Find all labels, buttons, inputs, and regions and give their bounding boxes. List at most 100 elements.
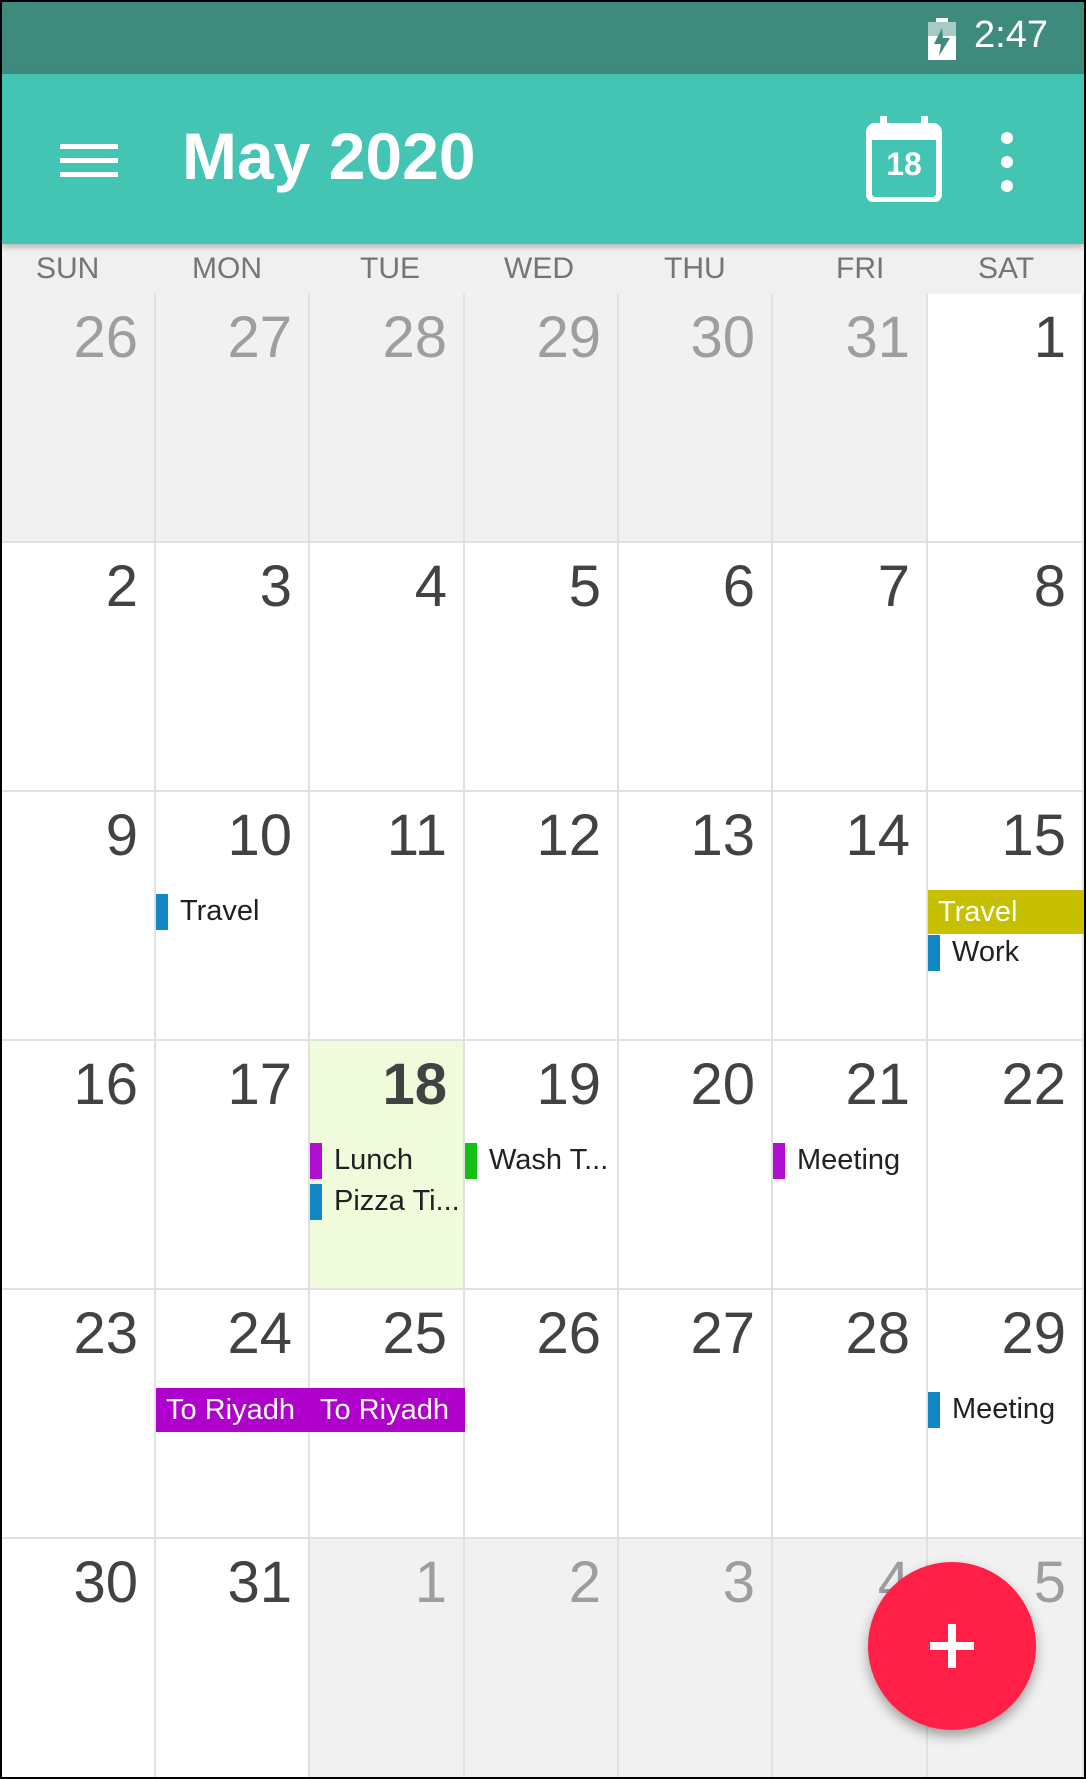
status-time: 2:47 [974,14,1048,56]
day-cell[interactable]: 3 [619,1539,773,1777]
day-number: 10 [227,803,292,868]
event-label: To Riyadh [166,1394,295,1426]
day-cell[interactable]: 5 [465,543,619,792]
weekday-label-sun: SUN [36,252,100,285]
weekday-label-wed: WED [504,252,574,285]
day-number: 31 [845,305,910,370]
event-color-marker [310,1184,322,1220]
day-number: 22 [1001,1052,1066,1117]
event-chip[interactable]: To Riyadh [156,1388,310,1432]
day-number: 14 [845,803,910,868]
today-date-label: 18 [886,146,922,182]
event-label: Lunch [334,1144,414,1176]
plus-icon [930,1624,974,1668]
status-bar: 2:47 [2,2,1084,74]
day-number: 21 [845,1052,910,1117]
event-color-marker [928,1392,940,1428]
day-number: 25 [382,1301,447,1366]
day-cell[interactable]: 3 [156,543,310,792]
month-grid: 26 27 28 29 30 31 1 2 3 4 5 6 7 8 9 10 11 12 13 14 15 16 17 18 1… [2,294,1084,1777]
event-chip[interactable]: Travel [928,890,1084,934]
weekday-label-fri: FRI [836,252,885,285]
day-cell[interactable]: 12 [465,792,619,1041]
page-title[interactable]: May 2020 [182,118,476,194]
calendar-screen: 2:47 May 2020 18 SUN MON TUE WED THU FRI SAT 2… [2,2,1084,1777]
day-cell[interactable]: 23 [2,1290,156,1539]
day-cell[interactable]: 31 [156,1539,310,1777]
day-number: 6 [722,554,755,619]
day-number: 5 [568,554,601,619]
menu-icon[interactable] [60,144,118,178]
day-number: 12 [536,803,601,868]
event-label: Meeting [797,1144,901,1176]
weekday-label-tue: TUE [360,252,420,285]
event-label: Meeting [952,1393,1056,1425]
day-cell[interactable]: 1 [928,294,1084,543]
day-number: 26 [73,305,138,370]
day-number: 18 [382,1052,447,1117]
day-cell[interactable]: 16 [2,1041,156,1290]
calendar-today-icon[interactable]: 18 [866,116,942,203]
day-number: 11 [386,803,447,868]
event-color-marker [156,894,168,930]
event-color-marker [465,1143,477,1179]
event-color-marker [773,1143,785,1179]
day-number: 27 [690,1301,755,1366]
day-cell[interactable]: 26 [2,294,156,543]
day-number: 3 [722,1550,755,1615]
day-cell[interactable]: 11 [310,792,465,1041]
day-cell[interactable]: 31 [773,294,928,543]
event-chip[interactable]: Wash T... [465,1141,619,1179]
weekday-label-thu: THU [664,252,726,285]
event-chip[interactable]: Lunch [310,1141,465,1179]
day-cell[interactable]: 26 [465,1290,619,1539]
event-label: Travel [938,896,1018,928]
day-number: 4 [414,554,447,619]
app-bar: May 2020 18 [2,74,1084,244]
day-number: 5 [1033,1550,1066,1615]
event-color-marker [928,935,940,971]
more-vert-icon[interactable] [997,132,1017,192]
day-number: 27 [227,305,292,370]
day-cell[interactable]: 1 [310,1539,465,1777]
day-cell[interactable]: 4 [310,543,465,792]
event-label: Work [952,936,1020,968]
event-chip[interactable]: To Riyadh [310,1388,465,1432]
day-number: 1 [1033,305,1066,370]
day-number: 13 [690,803,755,868]
day-cell[interactable]: 30 [2,1539,156,1777]
day-number: 30 [73,1550,138,1615]
battery-charging-icon [928,18,956,60]
day-cell[interactable]: 14 [773,792,928,1041]
day-number: 29 [1001,1301,1066,1366]
day-number: 28 [382,305,447,370]
day-cell[interactable]: 29 [465,294,619,543]
day-cell[interactable]: 9 [2,792,156,1041]
day-cell[interactable]: 20 [619,1041,773,1290]
day-number: 29 [536,305,601,370]
add-event-button[interactable] [868,1562,1036,1730]
event-chip[interactable]: Travel [156,892,310,930]
day-cell[interactable]: 6 [619,543,773,792]
day-cell[interactable]: 27 [619,1290,773,1539]
day-cell[interactable]: 30 [619,294,773,543]
day-number: 7 [877,554,910,619]
event-label: Wash T... [489,1144,609,1176]
day-cell[interactable]: 2 [2,543,156,792]
event-chip[interactable]: Meeting [928,1390,1084,1428]
event-chip[interactable]: Pizza Ti... [310,1182,465,1220]
event-chip[interactable]: Work [928,933,1084,971]
day-number: 30 [690,305,755,370]
day-number: 24 [227,1301,292,1366]
day-number: 23 [73,1301,138,1366]
day-cell[interactable]: 27 [156,294,310,543]
day-cell[interactable]: 7 [773,543,928,792]
day-cell[interactable]: 28 [773,1290,928,1539]
day-cell[interactable]: 17 [156,1041,310,1290]
day-cell[interactable]: 2 [465,1539,619,1777]
event-chip[interactable]: Meeting [773,1141,928,1179]
day-cell[interactable]: 22 [928,1041,1084,1290]
day-cell[interactable]: 28 [310,294,465,543]
day-cell[interactable]: 8 [928,543,1084,792]
day-cell[interactable]: 13 [619,792,773,1041]
